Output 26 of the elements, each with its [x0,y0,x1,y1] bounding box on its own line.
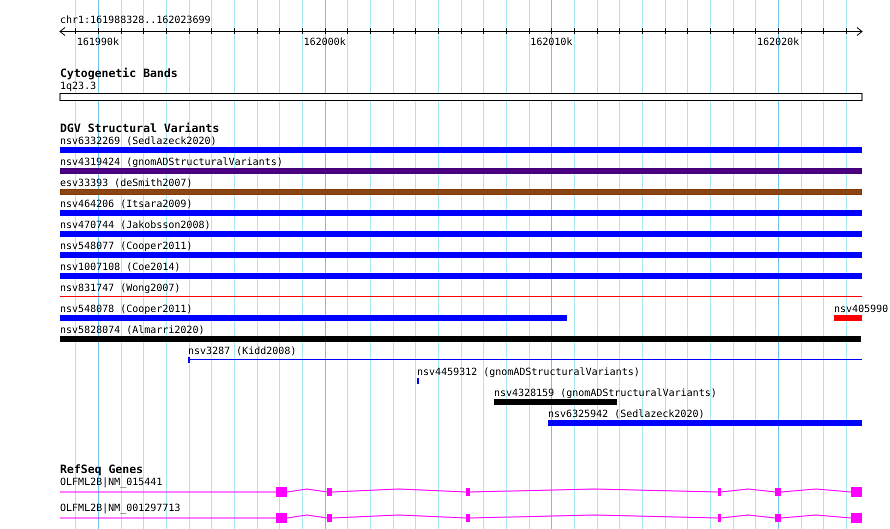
track-title: RefSeq Genes [60,462,144,476]
variant-label: nsv4319424 (gnomADStructuralVariants) [60,157,283,168]
tick-label: 162010k [530,37,572,48]
transcript-label: OLFML2B|NM_015441 [60,477,162,488]
tick-label: 161990k [76,37,119,48]
variant-label: nsv470744 (Jakobsson2008) [60,220,211,231]
variant-label: nsv548077 (Cooper2011) [60,241,192,252]
variant-label: nsv1007108 (Coe2014) [60,262,180,273]
variant-label: esv33393 (deSmith2007) [60,178,192,189]
variant-label: nsv6332269 (Sedlazeck2020) [60,136,217,147]
region-label: chr1:161988328..162023699 [60,15,211,26]
variant-label: nsv464206 (Itsara2009) [60,199,192,210]
variant-label: nsv831747 (Wong2007) [60,283,180,294]
variant-label: nsv3287 (Kidd2008) [188,346,296,357]
variant-label: nsv405990 [834,304,888,315]
variant-label: nsv5828074 (Almarri2020) [60,325,204,336]
band-label: 1q23.3 [60,81,96,92]
variant-label: nsv548078 (Cooper2011) [60,304,192,315]
track-title: Cytogenetic Bands [60,66,178,80]
variant-label: nsv6325942 (Sedlazeck2020) [548,409,705,420]
variant-label: nsv4459312 (gnomADStructuralVariants) [417,367,640,378]
variant-label: nsv4328159 (gnomADStructuralVariants) [494,388,717,399]
track-title: DGV Structural Variants [60,121,220,135]
tick-label: 162000k [304,37,346,48]
transcript-label: OLFML2B|NM_001297713 [60,503,180,514]
tick-label: 162020k [757,37,800,48]
